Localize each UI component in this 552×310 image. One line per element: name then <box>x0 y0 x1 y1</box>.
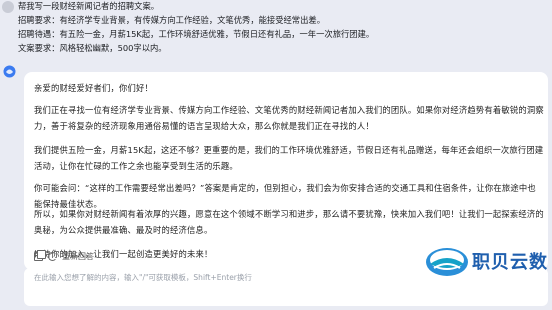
response-paragraph: 所以，如果你对财经新闻有着浓厚的兴趣，愿意在这个领域不断学习和进步，那么请不要犹… <box>34 209 544 235</box>
regenerate-button[interactable]: 重新回答 <box>62 251 94 262</box>
prompt-line-3: 招聘待遇：有五险一金，月薪15K起，工作环境舒适优雅，节假日还有礼品，一年一次旅… <box>18 29 375 39</box>
brand-logo: 职贝云数 <box>424 238 552 282</box>
ai-logo-icon <box>3 65 16 78</box>
brand-logo-text: 职贝云数 <box>472 252 548 273</box>
copy-icon[interactable] <box>34 249 46 261</box>
response-actions: 重新回答 <box>34 249 94 263</box>
user-message: 帮我写一段财经新闻记者的招聘文案。 招聘要求：有经济学专业背景，有传媒方向工作经… <box>0 0 552 58</box>
response-paragraph: 我们提供五险一金，月薪15K起，这还不够？更重要的是，我们的工作环境优雅舒适，节… <box>34 145 544 171</box>
user-avatar <box>2 1 14 13</box>
prompt-line-2: 招聘要求：有经济学专业背景，有传媒方向工作经验，文笔优秀，能接受经常出差。 <box>18 15 325 25</box>
refresh-icon[interactable] <box>48 251 57 261</box>
prompt-line-1: 帮我写一段财经新闻记者的招聘文案。 <box>18 1 160 11</box>
cloud-logo-icon <box>426 248 468 276</box>
response-paragraph: 亲爱的财经爱好者们，你们好！ <box>34 83 153 93</box>
prompt-line-4: 文案要求：风格轻松幽默，500字以内。 <box>18 43 167 53</box>
response-paragraph: 我们正在寻找一位有经济学专业背景、传媒方向工作经验、文笔优秀的财经新闻记者加入我… <box>34 105 544 131</box>
input-placeholder: 在此输入您想了解的内容，输入"/"可获取模板，Shift+Enter换行 <box>34 273 252 282</box>
